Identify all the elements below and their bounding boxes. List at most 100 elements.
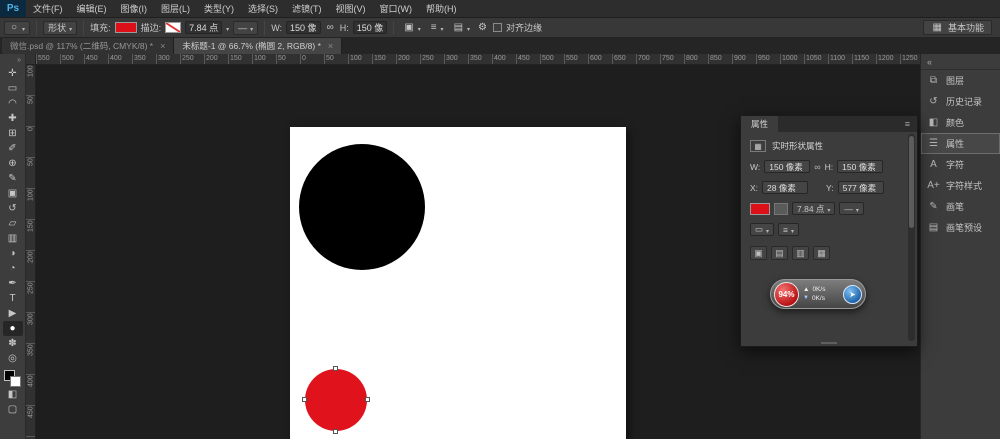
quick-selection-tool[interactable]: ✚ [3,111,23,126]
stroke-align-select[interactable]: ▭ [750,223,774,236]
hand-tool[interactable]: ✽ [3,336,23,351]
menu-item[interactable]: 帮助(H) [419,0,464,18]
fill-swatch[interactable] [115,22,137,33]
toolbox-collapse-icon[interactable]: » [17,55,25,66]
shape-height-field[interactable]: 150 像 [353,21,388,34]
path-arrange-button[interactable]: ▤ [450,21,472,35]
stroke-width-field[interactable]: 7.84 点 [185,21,222,34]
stroke-style-select[interactable]: — [839,202,864,215]
path-alignment-button[interactable]: ≡ [427,21,446,35]
ellipse-shape-red[interactable] [305,369,367,431]
panel-tab-brush[interactable]: ✎ 画笔 [921,196,1000,217]
panel-tab-history[interactable]: ↺ 历史记录 [921,91,1000,112]
close-icon[interactable]: × [160,41,165,51]
menu-item[interactable]: 滤镜(T) [285,0,329,18]
menu-item[interactable]: 视图(V) [329,0,373,18]
foreground-background-swatches[interactable] [4,370,21,387]
progress-badge[interactable]: 94% [774,282,799,307]
panel-tab-properties[interactable]: ☰ 属性 [921,133,1000,154]
stroke-width-select[interactable]: 7.84 点 [792,202,835,215]
brush-tool[interactable]: ✎ [3,171,23,186]
anchor-handle-bottom[interactable] [333,429,338,434]
panel-scrollbar[interactable] [908,134,915,341]
document-tab-weixin[interactable]: 微信.psd @ 117% (二维码, CMYK/8) * × [2,38,174,54]
ruler-tick: 100 [26,189,36,220]
close-icon[interactable]: × [328,41,333,51]
anchor-handle-right[interactable] [365,397,370,402]
healing-brush-tool[interactable]: ⊕ [3,156,23,171]
ellipse-tool[interactable]: ● [3,321,23,336]
crop-tool[interactable]: ⊞ [3,126,23,141]
link-dimensions-icon[interactable]: ∞ [814,162,820,172]
shape-width-field[interactable]: 150 像素 [764,160,810,173]
lasso-tool[interactable]: ◠ [3,96,23,111]
panel-resize-grip[interactable] [821,342,837,344]
menu-item[interactable]: 图层(L) [154,0,197,18]
scrollbar-thumb[interactable] [909,136,914,228]
workspace-switcher-button[interactable]: ▦ 基本功能 [923,20,992,35]
align-edges-checkbox[interactable] [493,23,502,32]
type-tool[interactable]: T [3,291,23,306]
intersect-shape-button[interactable]: ▥ [792,246,809,260]
panel-menu-icon[interactable]: ≡ [905,119,917,129]
menu-item[interactable]: 窗口(W) [373,0,420,18]
widget-action-button[interactable]: ➤ [843,285,862,304]
shape-x-field[interactable]: 28 像素 [762,181,808,194]
panel-tab-color[interactable]: ◧ 颜色 [921,112,1000,133]
gear-icon[interactable]: ⚙ [476,22,489,33]
shape-height-field[interactable]: 150 像素 [837,160,883,173]
stroke-style-select[interactable]: — [233,21,258,35]
selected-shape-wrapper[interactable] [305,369,367,431]
properties-tab[interactable]: 属性 [741,116,778,132]
horizontal-ruler[interactable]: 550 500 450 400 350 300 250 200 150 100 … [36,54,920,65]
history-brush-tool[interactable]: ↺ [3,201,23,216]
blur-tool[interactable]: ◑ [3,246,23,261]
chevron-down-icon[interactable] [226,23,229,33]
gradient-tool[interactable]: ▥ [3,231,23,246]
combine-shapes-button[interactable]: ▣ [750,246,767,260]
panel-tab-character-styles[interactable]: A+ 字符样式 [921,175,1000,196]
ellipse-shape-black[interactable] [299,144,425,270]
clone-stamp-tool[interactable]: ▣ [3,186,23,201]
panel-tab-layers[interactable]: ⧉ 图层 [921,70,1000,91]
path-operations-button[interactable]: ▣ [400,21,422,35]
menu-item[interactable]: 图像(I) [114,0,155,18]
background-color-swatch[interactable] [10,376,21,387]
stroke-swatch[interactable] [774,203,788,215]
menu-item[interactable]: 编辑(E) [70,0,114,18]
shape-y-field[interactable]: 577 像素 [838,181,884,194]
anchor-handle-left[interactable] [302,397,307,402]
app-logo[interactable]: Ps [0,0,26,17]
dodge-tool[interactable]: ◔ [3,261,23,276]
pen-tool[interactable]: ✒ [3,276,23,291]
tool-mode-select[interactable]: 形状 [43,21,77,35]
move-tool[interactable]: ✛ [3,66,23,81]
vertical-ruler[interactable]: 100 50 0 50 100 150 200 250 300 350 400 … [26,65,36,439]
menu-item[interactable]: 选择(S) [241,0,285,18]
menu-item[interactable]: 类型(Y) [197,0,241,18]
menu-item[interactable]: 文件(F) [26,0,70,18]
tool-preset-dropdown[interactable]: ○ [4,21,30,35]
path-selection-tool[interactable]: ▶ [3,306,23,321]
exclude-shape-button[interactable]: ▦ [813,246,830,260]
screen-mode-button[interactable]: ▢ [3,402,23,417]
panel-tab-character[interactable]: A 字符 [921,154,1000,175]
speed-widget[interactable]: 94% ▲ 0K/s ▼ 0K/s ➤ [770,279,866,309]
document-tab-untitled[interactable]: 未标题-1 @ 66.7% (椭圆 2, RGB/8) * × [174,38,342,54]
stroke-caps-select[interactable]: ≡ [778,223,799,236]
zoom-tool[interactable]: ◎ [3,351,23,366]
fill-swatch[interactable] [750,203,770,215]
panel-tab-brush-presets[interactable]: ▤ 画笔预设 [921,217,1000,238]
document-canvas[interactable] [290,127,626,439]
shape-width-field[interactable]: 150 像 [286,21,321,34]
stroke-swatch[interactable] [165,22,181,33]
anchor-handle-top[interactable] [333,366,338,371]
subtract-shape-button[interactable]: ▤ [771,246,788,260]
link-dimensions-icon[interactable]: ∞ [325,22,336,33]
marquee-tool[interactable]: ▭ [3,81,23,96]
quick-mask-button[interactable]: ◧ [3,387,23,402]
dock-collapse-icon[interactable]: « [921,54,1000,70]
ruler-origin[interactable] [26,54,36,65]
eraser-tool[interactable]: ▱ [3,216,23,231]
eyedropper-tool[interactable]: ✐ [3,141,23,156]
